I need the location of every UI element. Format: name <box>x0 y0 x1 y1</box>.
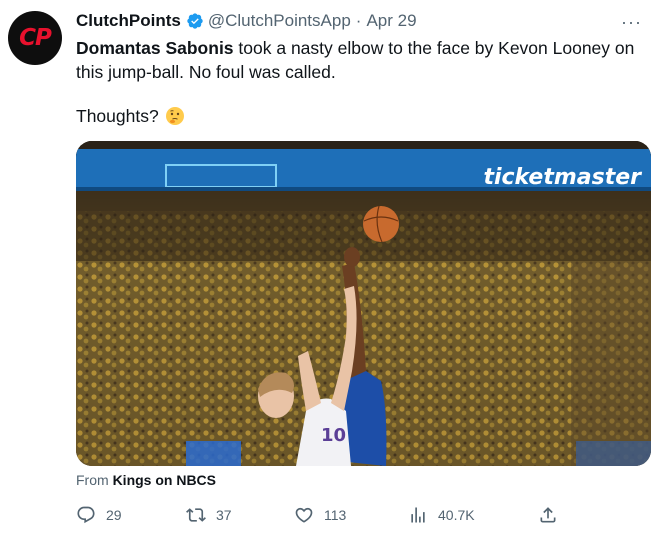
reply-button[interactable]: 29 <box>76 505 122 525</box>
tweet-question-line: Thoughts? <box>76 104 185 128</box>
avatar[interactable]: CP <box>8 11 62 65</box>
verified-badge-icon <box>187 13 203 29</box>
share-icon <box>540 507 556 523</box>
retweet-icon <box>186 508 206 522</box>
tweet-actions: 29 37 113 40.7K <box>76 505 566 527</box>
media-attribution: From Kings on NBCS <box>76 472 216 488</box>
heart-icon <box>295 507 313 523</box>
retweet-count: 37 <box>216 507 232 523</box>
tweet-header: ClutchPoints @ClutchPointsApp · Apr 29 <box>76 10 640 32</box>
views-button[interactable]: 40.7K <box>408 505 475 525</box>
video-media[interactable]: ticketmaster 10 <box>76 141 651 466</box>
tweet-question: Thoughts? <box>76 106 159 126</box>
basketball <box>363 206 399 242</box>
tweet-date[interactable]: Apr 29 <box>366 11 416 31</box>
attribution-source[interactable]: Kings on NBCS <box>113 472 216 488</box>
reply-count: 29 <box>106 507 122 523</box>
banner-text: ticketmaster <box>483 165 642 190</box>
tweet-highlight: Domantas Sabonis <box>76 38 234 58</box>
author-handle[interactable]: @ClutchPointsApp <box>208 11 351 31</box>
more-options-button[interactable]: ··· <box>621 12 642 33</box>
like-button[interactable]: 113 <box>294 505 346 525</box>
share-button[interactable] <box>538 505 568 525</box>
avatar-logo: CP <box>19 25 52 51</box>
views-chart-icon <box>411 507 425 523</box>
reply-icon <box>77 506 95 524</box>
like-count: 113 <box>324 507 347 523</box>
author-name[interactable]: ClutchPoints <box>76 11 181 31</box>
svg-text:10: 10 <box>321 425 346 446</box>
tweet-text: Domantas Sabonis took a nasty elbow to t… <box>76 36 646 84</box>
thinking-face-icon <box>165 107 184 125</box>
attribution-prefix: From <box>76 472 113 488</box>
header-separator: · <box>355 11 362 30</box>
retweet-button[interactable]: 37 <box>186 505 232 525</box>
view-count: 40.7K <box>438 507 475 523</box>
video-frame: ticketmaster 10 <box>76 141 651 466</box>
